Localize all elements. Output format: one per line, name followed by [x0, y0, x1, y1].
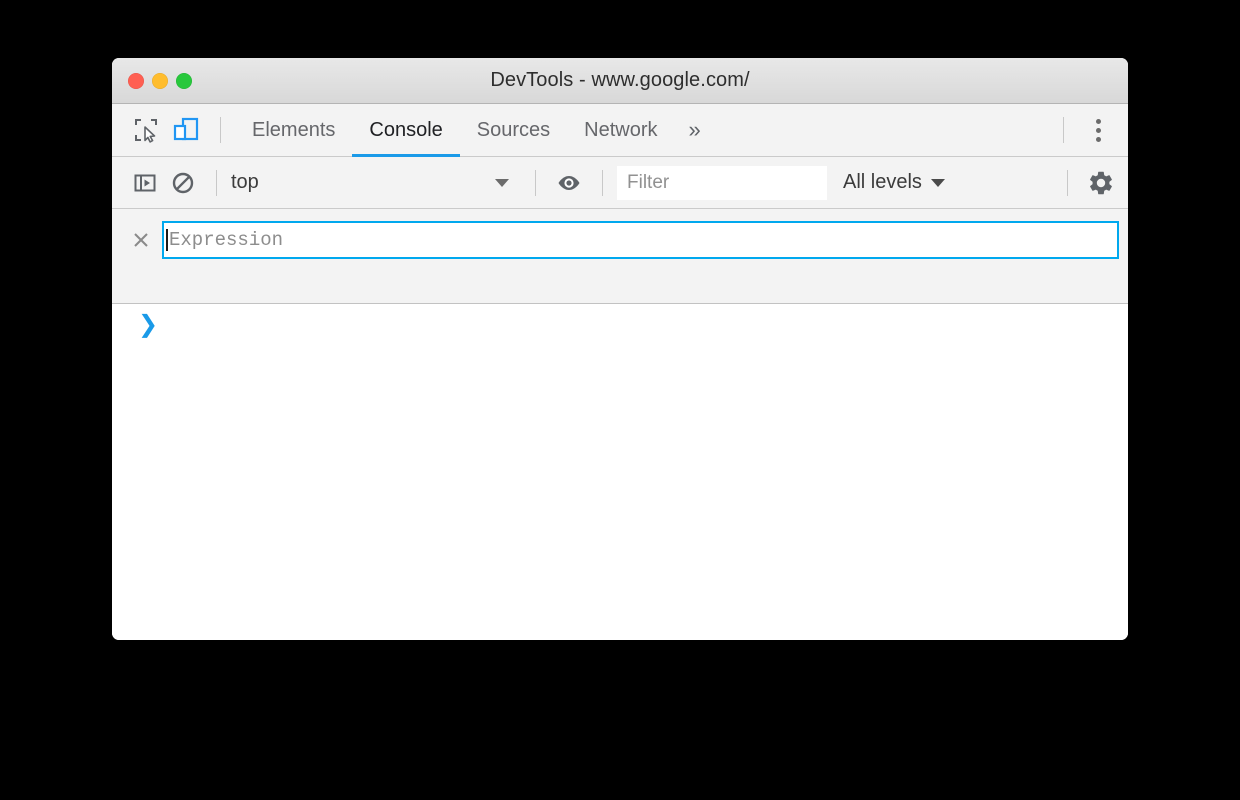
console-sidebar-toggle-icon[interactable] [126, 164, 164, 202]
toolbar-divider-2 [535, 169, 536, 196]
console-prompt-icon: ❯ [138, 310, 159, 338]
close-icon[interactable] [128, 227, 154, 253]
tab-elements-label: Elements [252, 118, 336, 141]
tabbar-right-group [1049, 110, 1128, 150]
tab-sources-label: Sources [476, 118, 551, 141]
more-tabs-label: » [688, 117, 701, 142]
console-filter-toolbar: top All levels [112, 157, 1128, 209]
device-toolbar-icon[interactable] [166, 110, 206, 150]
tab-console-label: Console [369, 118, 443, 141]
live-expression-pane: Expression [112, 209, 1128, 304]
tab-network[interactable]: Network [567, 104, 674, 156]
log-levels-dropdown[interactable]: All levels [843, 171, 945, 194]
minimize-window-button[interactable] [152, 72, 168, 89]
toolbar-divider-4 [1067, 169, 1068, 196]
devtools-tabbar: Elements Console Sources Network » [112, 104, 1128, 157]
inspect-element-icon[interactable] [126, 110, 166, 150]
clear-console-icon[interactable] [164, 164, 202, 202]
log-levels-value: All levels [843, 171, 922, 193]
filter-input[interactable] [617, 165, 827, 200]
maximize-window-button[interactable] [176, 72, 192, 89]
live-expression-row: Expression [112, 221, 1128, 259]
window-title: DevTools - www.google.com/ [490, 69, 750, 91]
tab-network-label: Network [584, 118, 658, 141]
chevron-down-icon [930, 178, 945, 187]
console-output-area[interactable]: ❯ [112, 304, 1128, 640]
create-live-expression-icon[interactable] [550, 164, 588, 202]
window-titlebar: DevTools - www.google.com/ [112, 58, 1128, 104]
more-vertical-icon[interactable] [1078, 110, 1118, 150]
close-window-button[interactable] [128, 72, 144, 89]
execution-context-dropdown[interactable]: top [231, 171, 521, 194]
panel-tabs: Elements Console Sources Network » [235, 104, 715, 157]
tab-elements[interactable]: Elements [235, 104, 352, 156]
toolbar-divider-1 [216, 169, 217, 196]
gear-icon[interactable] [1082, 164, 1120, 202]
tabbar-right-divider [1063, 117, 1064, 143]
execution-context-value: top [231, 171, 259, 193]
live-expression-placeholder: Expression [169, 229, 284, 251]
more-tabs-icon[interactable]: » [675, 104, 715, 156]
toolbar-divider-3 [602, 169, 603, 196]
tab-sources[interactable]: Sources [460, 104, 567, 156]
live-expression-input[interactable]: Expression [162, 221, 1119, 259]
chevron-down-icon [495, 178, 509, 187]
console-prompt-row[interactable]: ❯ [112, 312, 1128, 342]
tabbar-divider [220, 117, 221, 143]
tab-console[interactable]: Console [352, 104, 461, 157]
devtools-window: DevTools - www.google.com/ Elements Cons… [112, 58, 1128, 640]
traffic-lights [128, 58, 192, 103]
toolbar-right-group [1053, 164, 1128, 202]
text-cursor [166, 229, 168, 251]
